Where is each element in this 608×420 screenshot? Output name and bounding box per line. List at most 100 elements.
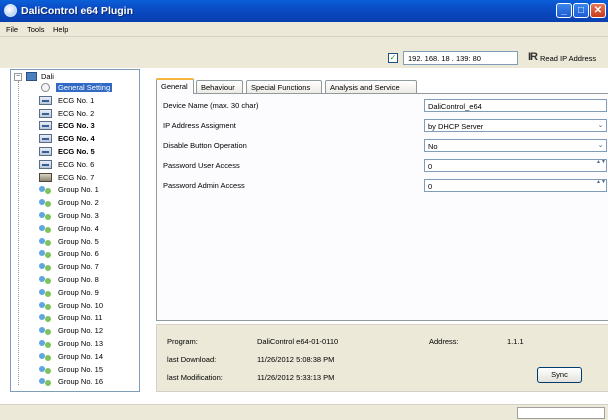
password-user-value: 0 [428, 162, 433, 171]
password-user-stepper[interactable]: 0 ▲▼ [424, 159, 607, 172]
spin-arrows-icon[interactable]: ▲▼ [596, 160, 606, 171]
tree-item[interactable]: Group No. 7 [39, 262, 139, 272]
tree-item[interactable]: Group No. 14 [39, 352, 139, 362]
chevron-down-icon[interactable]: ⌄ [596, 121, 605, 130]
tab-behaviour[interactable]: Behaviour [196, 80, 243, 93]
tree-item-label: Group No. 2 [58, 198, 99, 208]
password-admin-stepper[interactable]: 0 ▲▼ [424, 179, 607, 192]
device-name-label: Device Name (max. 30 char) [163, 101, 259, 110]
tree-item[interactable]: Group No. 12 [39, 326, 139, 336]
password-user-label: Password User Access [163, 161, 240, 170]
last-modification-label: last Modification: [167, 373, 223, 382]
group-icon [39, 377, 52, 387]
group-icon [39, 313, 52, 323]
tree-item[interactable]: ECG No. 7 [39, 172, 139, 183]
group-icon [39, 275, 52, 284]
group-icon [39, 211, 52, 220]
dali-root-icon [26, 72, 37, 81]
tab-general[interactable]: General [156, 78, 194, 94]
tree-connector-lines [18, 81, 19, 385]
tree-item-label: Group No. 1 [58, 185, 99, 195]
chevron-down-icon[interactable]: ⌄ [596, 141, 605, 150]
info-panel: Program: DaliControl e64-01-0110 Address… [156, 324, 608, 392]
tree-item-label: ECG No. 3 [58, 121, 95, 131]
last-download-value: 11/26/2012 5:08:38 PM [257, 355, 335, 364]
ip-enable-checkbox[interactable]: ✓ [388, 53, 398, 63]
tree-item-label: Group No. 15 [58, 364, 104, 374]
ip-address-input[interactable]: 192. 168. 18 . 139: 80 [403, 51, 518, 65]
group-icon [39, 185, 52, 195]
read-ip-button[interactable]: IR Read IP Address [528, 51, 608, 65]
tab-special-functions[interactable]: Special Functions [246, 80, 322, 93]
tree-item[interactable]: Group No. 11 [39, 313, 139, 323]
tree-item[interactable]: Group No. 2 [39, 198, 139, 208]
tree-item-label: Group No. 9 [58, 287, 99, 297]
group-icon [39, 301, 52, 310]
tree-item-label: Group No. 10 [58, 300, 104, 310]
ecg-icon [39, 159, 52, 169]
group-icon [39, 352, 52, 361]
tree-item[interactable]: ECG No. 4 [39, 134, 139, 144]
read-ip-label: Read IP Address [540, 54, 597, 63]
tree-item[interactable]: Group No. 10 [39, 301, 139, 311]
tree-item-label: Group No. 5 [58, 236, 99, 246]
ecg-lamp-icon [39, 172, 52, 182]
tree-item[interactable]: Group No. 8 [39, 275, 139, 285]
tree-item[interactable]: ECG No. 3 [39, 121, 139, 131]
tree-item[interactable]: General Setting [39, 83, 139, 93]
tree-item[interactable]: Group No. 1 [39, 185, 139, 195]
device-tree[interactable]: − Dali General Setting ECG No. 1 ECG No. 2… [10, 69, 140, 392]
address-value: 1.1.1 [507, 337, 524, 346]
main-panel: General Behaviour Special Functions Anal… [150, 78, 608, 392]
group-icon [39, 249, 52, 259]
app-icon [4, 4, 17, 17]
group-icon [39, 237, 52, 246]
disable-button-value: No [428, 142, 438, 151]
tree-item[interactable]: ECG No. 5 [39, 147, 139, 157]
tree-item[interactable]: Group No. 9 [39, 288, 139, 298]
tree-item[interactable]: ECG No. 6 [39, 159, 139, 170]
last-modification-value: 11/26/2012 5:33:13 PM [257, 373, 335, 382]
tree-item-label: Group No. 4 [58, 223, 99, 233]
tab-analysis-service[interactable]: Analysis and Service [325, 80, 417, 93]
device-name-input[interactable]: DaliControl_e64 [424, 99, 607, 112]
spin-arrows-icon[interactable]: ▲▼ [596, 180, 606, 191]
tree-item[interactable]: ECG No. 2 [39, 108, 139, 119]
tree-item-label: Group No. 13 [58, 339, 104, 348]
tree-item[interactable]: Group No. 15 [39, 365, 139, 375]
program-value: DaliControl e64-01-0110 [257, 337, 339, 346]
maximize-button[interactable]: □ [573, 3, 589, 18]
tree-item[interactable]: Group No. 5 [39, 237, 139, 247]
menu-help[interactable]: Help [53, 25, 68, 34]
tree-item[interactable]: Group No. 3 [39, 211, 139, 221]
tree-item-label: Group No. 11 [58, 313, 103, 323]
general-tab-panel: Device Name (max. 30 char) DaliControl_e… [156, 93, 608, 321]
menu-file[interactable]: File [6, 25, 18, 34]
tree-item-label: General Setting [56, 83, 113, 92]
ip-assign-label: IP Address Assigment [163, 121, 236, 130]
group-icon [39, 339, 52, 348]
ip-assign-select[interactable]: by DHCP Server ⌄ [424, 119, 607, 132]
collapse-icon[interactable]: − [14, 73, 22, 81]
disable-button-select[interactable]: No ⌄ [424, 139, 607, 152]
close-button[interactable]: ✕ [590, 3, 606, 18]
disable-button-label: Disable Button Operation [163, 141, 247, 150]
tree-item-label: ECG No. 2 [58, 108, 95, 118]
tree-item[interactable]: Group No. 6 [39, 249, 139, 259]
read-ip-icon: IR [528, 51, 538, 63]
tree-root-label: Dali [41, 72, 54, 81]
sync-button[interactable]: Sync [537, 367, 582, 383]
general-setting-icon [41, 83, 50, 92]
tree-item[interactable]: ECG No. 1 [39, 95, 139, 106]
tree-item-label: ECG No. 5 [58, 147, 95, 156]
tree-item[interactable]: Group No. 16 [39, 377, 139, 387]
tree-item[interactable]: Group No. 4 [39, 224, 139, 234]
tree-item[interactable]: Group No. 13 [39, 339, 139, 349]
menu-tools[interactable]: Tools [27, 25, 45, 34]
ecg-icon [39, 108, 52, 118]
tree-item-label: Group No. 7 [58, 262, 99, 272]
title-bar: DaliControl e64 Plugin _ □ ✕ [0, 0, 608, 22]
tree-item-label: ECG No. 7 [58, 172, 95, 182]
minimize-button[interactable]: _ [556, 3, 572, 18]
tree-item-label: Group No. 6 [58, 249, 99, 259]
